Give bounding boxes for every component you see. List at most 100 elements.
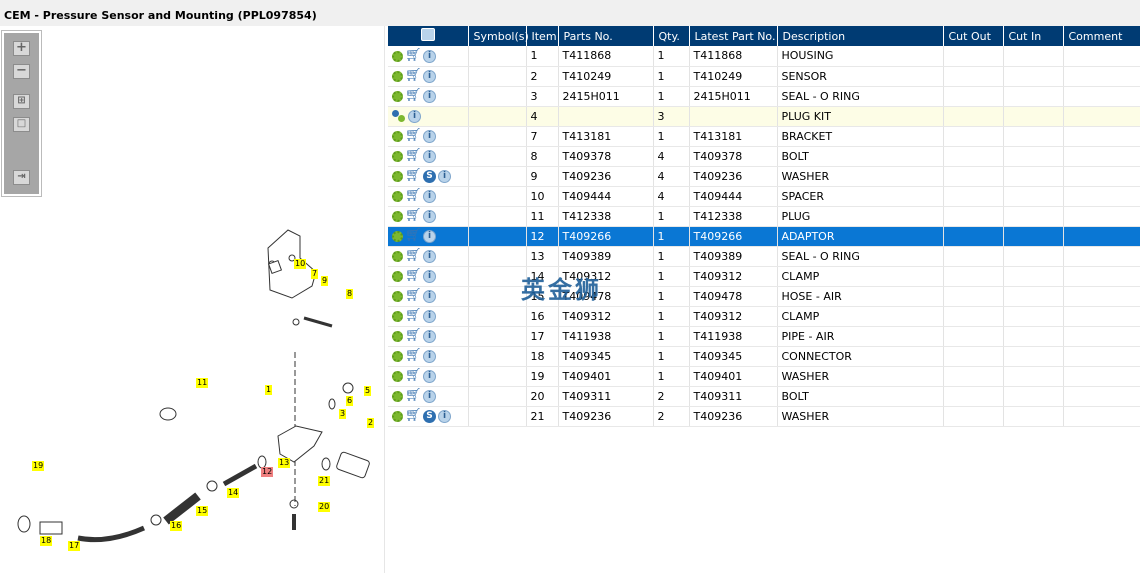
cart-icon[interactable]: 🛒︎	[405, 89, 422, 102]
table-row[interactable]: 🛒︎ i 17 T411938 1 T411938 PIPE - AIR	[388, 326, 1140, 347]
gear-icon[interactable]	[392, 370, 403, 382]
gear-icon[interactable]	[392, 190, 403, 202]
callout-19[interactable]: 19	[32, 461, 45, 471]
zoom-in-icon[interactable]: +	[13, 41, 30, 56]
diagram-pane[interactable]: 10 7 9 8 11 1 5 6 3 2 13 12 21 14 19 15 20 16 18 17 + − ⊞ □…	[0, 26, 385, 573]
callout-20[interactable]: 20	[318, 502, 331, 512]
zoom-out-icon[interactable]: −	[13, 64, 30, 79]
callout-16[interactable]: 16	[170, 521, 183, 531]
table-row[interactable]: 🛒︎ i 3 2415H011 1 2415H011 SEAL - O RING	[388, 86, 1140, 107]
fit-to-window-icon[interactable]: ⊞	[13, 94, 30, 109]
column-header[interactable]: Symbol(s)	[468, 26, 529, 46]
cart-icon[interactable]: 🛒︎	[405, 209, 422, 222]
table-row[interactable]: 🛒︎ i 2 T410249 1 T410249 SENSOR	[388, 66, 1140, 87]
table-row[interactable]: 🛒︎ i 10 T409444 4 T409444 SPACER	[388, 186, 1140, 207]
callout-13[interactable]: 13	[278, 458, 291, 468]
callout-7[interactable]: 7	[311, 269, 319, 279]
column-header[interactable]: Cut Out	[943, 26, 1004, 46]
cart-icon[interactable]: 🛒︎	[405, 149, 422, 162]
kit-gears-icon[interactable]	[392, 109, 406, 123]
gear-icon[interactable]	[392, 290, 403, 302]
column-header[interactable]: Item	[526, 26, 559, 46]
gear-icon[interactable]	[392, 270, 403, 282]
callout-3[interactable]: 3	[339, 409, 347, 419]
info-icon[interactable]: i	[408, 109, 421, 123]
column-search-icon[interactable]	[388, 26, 469, 46]
cart-icon[interactable]: 🛒︎	[405, 309, 422, 322]
cart-icon[interactable]: 🛒︎	[405, 269, 422, 282]
gear-icon[interactable]	[392, 390, 403, 402]
cart-icon[interactable]: 🛒︎	[405, 409, 422, 422]
cart-icon[interactable]: 🛒︎	[405, 389, 422, 402]
table-row[interactable]: i 4 3 PLUG KIT	[388, 106, 1140, 127]
info-icon[interactable]: i	[438, 409, 451, 423]
cart-icon[interactable]: 🛒︎	[405, 329, 422, 342]
gear-icon[interactable]	[392, 170, 403, 182]
info-icon[interactable]: i	[423, 89, 436, 103]
table-row[interactable]: 🛒︎ i 20 T409311 2 T409311 BOLT	[388, 386, 1140, 407]
cart-icon[interactable]: 🛒︎	[405, 249, 422, 262]
cart-icon[interactable]: 🛒︎	[405, 49, 422, 62]
cart-icon[interactable]: 🛒︎	[405, 349, 422, 362]
column-header[interactable]: Cut In	[1003, 26, 1064, 46]
table-row[interactable]: 🛒︎ i 1 T411868 1 T411868 HOUSING	[388, 46, 1140, 67]
gear-icon[interactable]	[392, 330, 403, 342]
cart-icon[interactable]: 🛒︎	[405, 189, 422, 202]
callout-1[interactable]: 1	[265, 385, 273, 395]
info-icon[interactable]: i	[438, 169, 451, 183]
supersession-icon[interactable]: S	[423, 409, 436, 423]
info-icon[interactable]: i	[423, 69, 436, 83]
info-icon[interactable]: i	[423, 269, 436, 283]
table-row[interactable]: 🛒︎ i 16 T409312 1 T409312 CLAMP	[388, 306, 1140, 327]
table-row[interactable]: 🛒︎ Si 9 T409236 4 T409236 WASHER	[388, 166, 1140, 187]
magnifier-icon[interactable]	[420, 28, 435, 41]
column-header[interactable]: Qty.	[653, 26, 690, 46]
info-icon[interactable]: i	[423, 49, 436, 63]
gear-icon[interactable]	[392, 350, 403, 362]
cart-icon[interactable]: 🛒︎	[405, 169, 422, 182]
column-header[interactable]: Comment	[1063, 26, 1140, 46]
supersession-icon[interactable]: S	[423, 169, 436, 183]
info-icon[interactable]: i	[423, 309, 436, 323]
table-row[interactable]: 🛒︎ i 14 T409312 1 T409312 CLAMP	[388, 266, 1140, 287]
cart-icon[interactable]: 🛒︎	[405, 289, 422, 302]
info-icon[interactable]: i	[423, 369, 436, 383]
gear-icon[interactable]	[392, 210, 403, 222]
table-row[interactable]: 🛒︎ i 15 T409478 1 T409478 HOSE - AIR	[388, 286, 1140, 307]
table-row[interactable]: 🛒︎ i 7 T413181 1 T413181 BRACKET	[388, 126, 1140, 147]
info-icon[interactable]: i	[423, 249, 436, 263]
cart-icon[interactable]: 🛒︎	[405, 229, 422, 242]
table-row[interactable]: 🛒︎ i 13 T409389 1 T409389 SEAL - O RING	[388, 246, 1140, 267]
column-header[interactable]: Latest Part No.	[689, 26, 778, 46]
callout-14[interactable]: 14	[227, 488, 240, 498]
gear-icon[interactable]	[392, 90, 403, 102]
cart-icon[interactable]: 🛒︎	[405, 129, 422, 142]
info-icon[interactable]: i	[423, 229, 436, 243]
info-icon[interactable]: i	[423, 389, 436, 403]
info-icon[interactable]: i	[423, 129, 436, 143]
actual-size-icon[interactable]: □	[13, 117, 30, 132]
callout-5[interactable]: 5	[364, 386, 372, 396]
export-icon[interactable]: ⇥	[13, 170, 30, 185]
callout-6[interactable]: 6	[346, 396, 354, 406]
gear-icon[interactable]	[392, 130, 403, 142]
table-row[interactable]: 🛒︎ i 18 T409345 1 T409345 CONNECTOR	[388, 346, 1140, 367]
info-icon[interactable]: i	[423, 189, 436, 203]
cart-icon[interactable]: 🛒︎	[405, 69, 422, 82]
gear-icon[interactable]	[392, 230, 403, 242]
gear-icon[interactable]	[392, 250, 403, 262]
table-row[interactable]: 🛒︎ i 19 T409401 1 T409401 WASHER	[388, 366, 1140, 387]
table-row[interactable]: 🛒︎ i 12 T409266 1 T409266 ADAPTOR	[388, 226, 1140, 247]
callout-2[interactable]: 2	[367, 418, 375, 428]
table-row[interactable]: 🛒︎ i 8 T409378 4 T409378 BOLT	[388, 146, 1140, 167]
info-icon[interactable]: i	[423, 149, 436, 163]
callout-9[interactable]: 9	[321, 276, 329, 286]
callout-8[interactable]: 8	[346, 289, 354, 299]
info-icon[interactable]: i	[423, 209, 436, 223]
table-row[interactable]: 🛒︎ i 11 T412338 1 T412338 PLUG	[388, 206, 1140, 227]
callout-15[interactable]: 15	[196, 506, 209, 516]
gear-icon[interactable]	[392, 50, 403, 62]
callout-17[interactable]: 17	[68, 541, 81, 551]
gear-icon[interactable]	[392, 410, 403, 422]
callout-10[interactable]: 10	[294, 259, 307, 269]
